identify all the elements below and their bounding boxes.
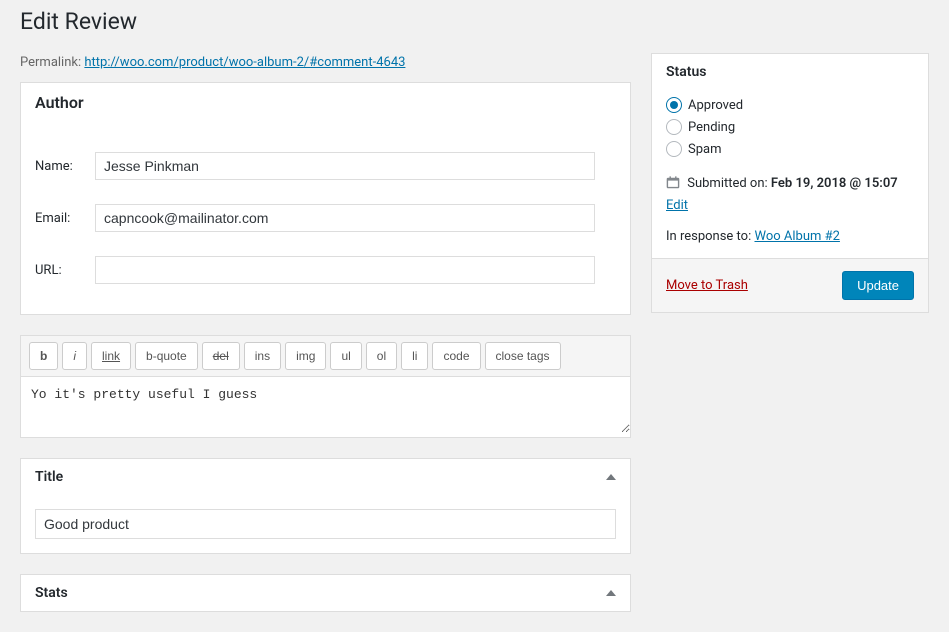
radio-icon [666,141,682,157]
radio-icon [666,119,682,135]
title-heading: Title [35,469,63,485]
qt-img-button[interactable]: img [285,342,326,370]
page-title: Edit Review [20,8,929,35]
title-box-header[interactable]: Title [21,459,630,495]
stats-heading: Stats [35,585,68,601]
title-box: Title [20,458,631,554]
status-approved-option[interactable]: Approved [666,94,914,116]
status-spam-label: Spam [688,142,722,157]
author-heading: Author [21,83,630,122]
update-button[interactable]: Update [842,271,914,300]
permalink-link[interactable]: http://woo.com/product/woo-album-2/#comm… [84,55,405,70]
qt-bquote-button[interactable]: b-quote [135,342,198,370]
qt-ul-button[interactable]: ul [330,342,361,370]
email-input[interactable] [95,204,595,232]
status-pending-label: Pending [688,120,735,135]
response-label: In response to: [666,229,751,244]
submitted-label: Submitted on: [687,176,767,191]
author-box: Author Name: Email: URL: [20,82,631,315]
status-spam-option[interactable]: Spam [666,138,914,160]
status-approved-label: Approved [688,98,743,113]
qt-ins-button[interactable]: ins [244,342,281,370]
response-target-link[interactable]: Woo Album #2 [754,229,839,244]
qt-bold-button[interactable]: b [29,342,58,370]
content-editor: b i link b-quote del ins img ul ol li co… [20,335,631,438]
email-label: Email: [35,211,95,226]
status-box: Status Approved Pending Spam [651,53,929,313]
qt-code-button[interactable]: code [432,342,480,370]
url-label: URL: [35,263,95,278]
move-to-trash-link[interactable]: Move to Trash [666,278,748,293]
name-input[interactable] [95,152,595,180]
url-input[interactable] [95,256,595,284]
title-input[interactable] [35,509,616,539]
name-label: Name: [35,159,95,174]
toggle-up-icon [606,590,616,596]
calendar-icon [666,175,680,196]
qt-link-button[interactable]: link [91,342,131,370]
stats-box-header[interactable]: Stats [21,575,630,611]
permalink-label: Permalink: [20,55,81,70]
qt-ol-button[interactable]: ol [366,342,397,370]
qt-li-button[interactable]: li [401,342,428,370]
qt-del-button[interactable]: del [202,342,240,370]
permalink-row: Permalink: http://woo.com/product/woo-al… [20,53,631,72]
toggle-up-icon [606,474,616,480]
stats-box: Stats [20,574,631,612]
edit-date-link[interactable]: Edit [666,198,688,213]
qt-close-button[interactable]: close tags [485,342,561,370]
quicktags-toolbar: b i link b-quote del ins img ul ol li co… [21,336,630,377]
status-pending-option[interactable]: Pending [666,116,914,138]
submitted-date: Feb 19, 2018 @ 15:07 [771,176,898,191]
status-heading: Status [652,54,928,90]
content-textarea[interactable] [21,377,630,433]
radio-checked-icon [666,97,682,113]
qt-italic-button[interactable]: i [62,342,87,370]
